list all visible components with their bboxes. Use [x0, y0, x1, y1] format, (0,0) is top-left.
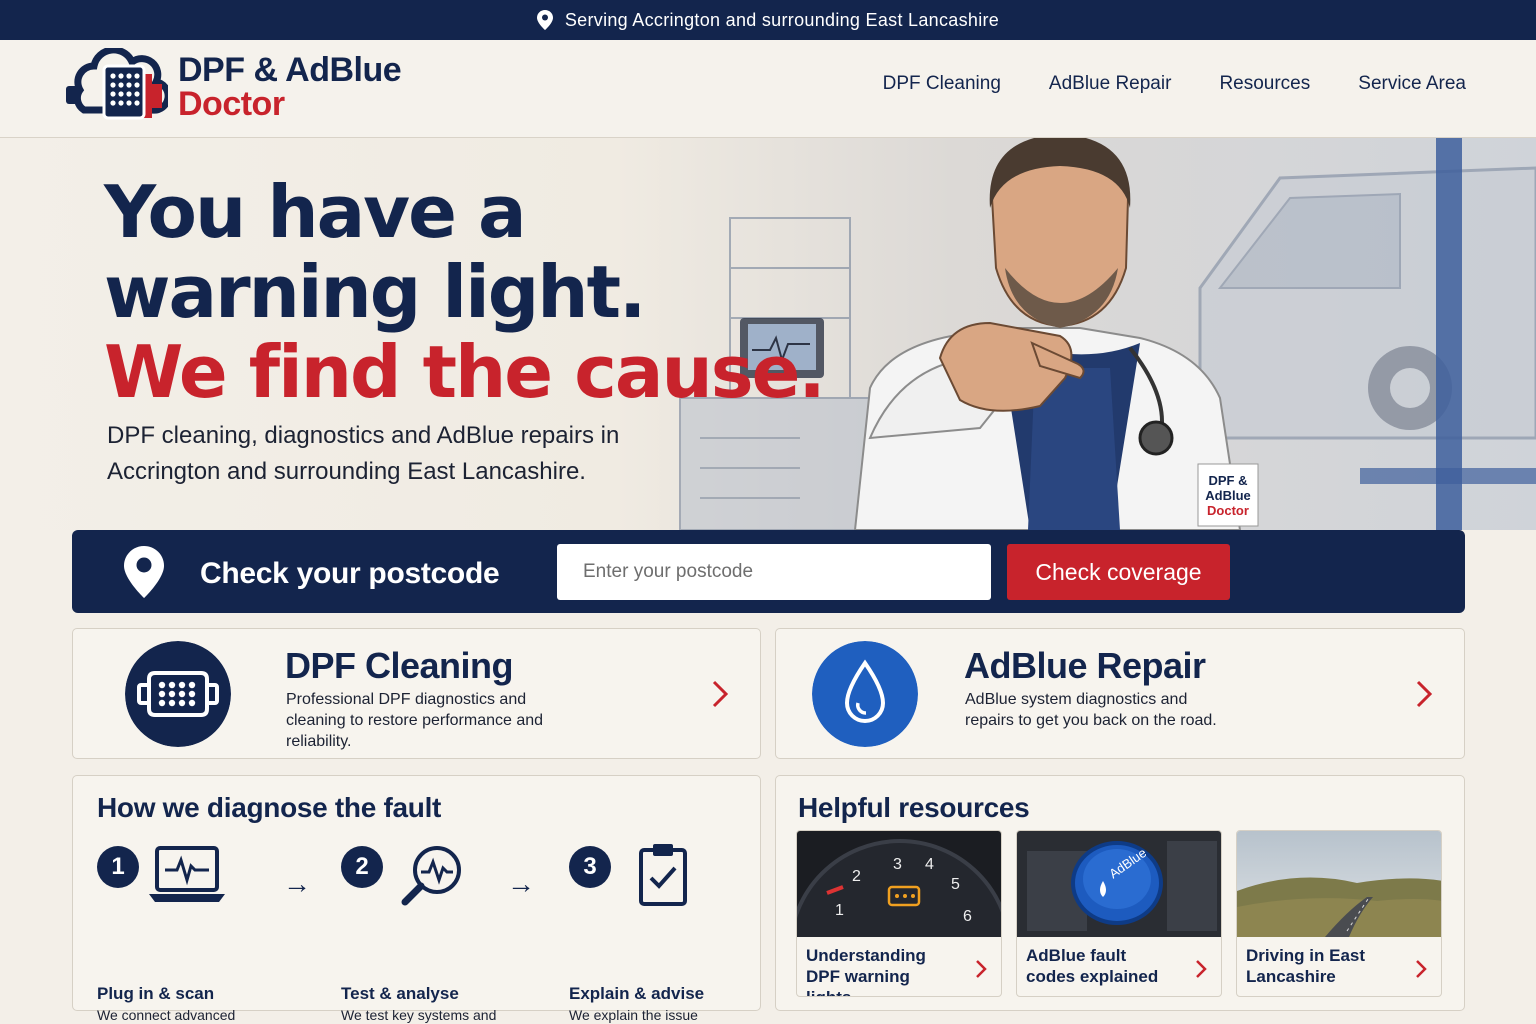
arrow-right-icon: → — [507, 868, 535, 899]
resources-section: Helpful resources 1 2 3 4 5 6 Understand… — [775, 775, 1465, 1011]
logo-line-2: Doctor — [178, 85, 285, 123]
hero-headline: You have a warning light. We find the ca… — [104, 170, 826, 414]
chevron-right-icon — [712, 680, 729, 708]
service-area-text: Serving Accrington and surrounding East … — [564, 9, 1000, 30]
badge-line-3: Doctor — [1207, 503, 1249, 518]
dpf-logo-icon — [66, 48, 168, 120]
step-title: Test & analyse — [341, 984, 459, 1003]
logo-line-1: DPF & AdBlue — [178, 51, 402, 89]
postcode-input[interactable] — [557, 544, 991, 600]
service-description: AdBlue system diagnostics and repairs to… — [965, 691, 1217, 729]
countryside-road-image — [1237, 831, 1441, 937]
step-description: We test key systems and identify the roo… — [341, 1007, 497, 1023]
main-nav: DPF Cleaning AdBlue Repair Resources Ser… — [859, 73, 1466, 95]
hero-title-line-2: warning light. — [104, 250, 646, 334]
arrow-right-icon: → — [283, 868, 311, 899]
resources-title: Helpful resources — [798, 792, 1030, 823]
resource-label: Driving in East Lancashire — [1246, 946, 1366, 986]
hero-title-line-3: We find the cause. — [104, 330, 826, 414]
service-card-dpf[interactable]: DPF Cleaning Professional DPF diagnostic… — [72, 628, 761, 759]
step-number: 1 — [97, 846, 139, 888]
magnifier-analyse-icon — [401, 846, 461, 906]
chevron-right-icon — [976, 960, 987, 978]
nav-service-area[interactable]: Service Area — [1334, 73, 1466, 95]
chevron-right-icon — [1416, 680, 1433, 708]
clipboard-check-icon — [639, 844, 687, 906]
gauge-tick: 5 — [951, 876, 960, 893]
resource-card-adblue-codes[interactable]: AdBlue AdBlue fault codes explained — [1016, 830, 1222, 997]
service-title: DPF Cleaning — [285, 645, 514, 686]
gauge-tick: 6 — [963, 908, 972, 925]
badge-line-1: DPF & — [1209, 473, 1248, 488]
diagnose-title: How we diagnose the fault — [97, 792, 442, 823]
gauge-tick: 4 — [925, 856, 934, 873]
postcode-checker: Check your postcode Check coverage — [72, 530, 1465, 613]
chevron-right-icon — [1196, 960, 1207, 978]
adblue-cap-image: AdBlue — [1017, 831, 1221, 937]
site-logo[interactable]: DPF & AdBlue Doctor — [66, 48, 402, 126]
nav-resources[interactable]: Resources — [1195, 73, 1334, 95]
logo-wordmark: DPF & AdBlue Doctor — [178, 51, 402, 123]
water-drop-icon — [812, 641, 918, 747]
hero-subtitle: DPF cleaning, diagnostics and AdBlue rep… — [107, 422, 620, 485]
laptop-scan-icon — [149, 846, 225, 902]
step-title: Explain & advise — [569, 984, 705, 1003]
chevron-right-icon — [1416, 960, 1427, 978]
gauge-tick: 3 — [893, 856, 902, 873]
nav-adblue-repair[interactable]: AdBlue Repair — [1025, 73, 1196, 95]
gauge-tick: 1 — [835, 902, 844, 919]
dpf-filter-icon — [125, 641, 231, 747]
step-title: Plug in & scan — [97, 984, 215, 1003]
step-number: 2 — [341, 846, 383, 888]
postcode-label: Check your postcode — [200, 557, 500, 590]
gauge-tick: 2 — [852, 868, 861, 885]
nav-dpf-cleaning[interactable]: DPF Cleaning — [859, 73, 1025, 95]
service-title: AdBlue Repair — [964, 645, 1206, 686]
service-card-adblue[interactable]: AdBlue Repair AdBlue system diagnostics … — [775, 628, 1465, 759]
dashboard-gauge-image: 1 2 3 4 5 6 — [797, 831, 1001, 937]
service-area-bar: Serving Accrington and surrounding East … — [0, 0, 1536, 40]
step-number: 3 — [569, 846, 611, 888]
resource-label: AdBlue fault codes explained — [1026, 946, 1159, 986]
resource-label: Understanding DPF warning lights — [806, 946, 926, 996]
location-pin-icon — [536, 10, 553, 30]
location-pin-icon — [124, 546, 164, 598]
check-coverage-button[interactable]: Check coverage — [1007, 544, 1230, 600]
badge-line-2: AdBlue — [1205, 488, 1251, 503]
resource-card-east-lancashire[interactable]: Driving in East Lancashire — [1236, 830, 1442, 997]
diagnose-section: How we diagnose the fault 1 Plug in & sc… — [72, 775, 761, 1023]
step-description: We explain the issue clearly and recomme… — [569, 1007, 698, 1023]
hero-title-line-1: You have a — [104, 170, 527, 254]
site-header: DPF & AdBlue Doctor DPF Cleaning AdBlue … — [0, 40, 1536, 138]
service-description: Professional DPF diagnostics and cleanin… — [286, 691, 544, 750]
resource-card-dpf-lights[interactable]: 1 2 3 4 5 6 Understanding DPF warning li… — [796, 830, 1002, 997]
step-description: We connect advanced diagnostic equipment… — [97, 1007, 236, 1023]
